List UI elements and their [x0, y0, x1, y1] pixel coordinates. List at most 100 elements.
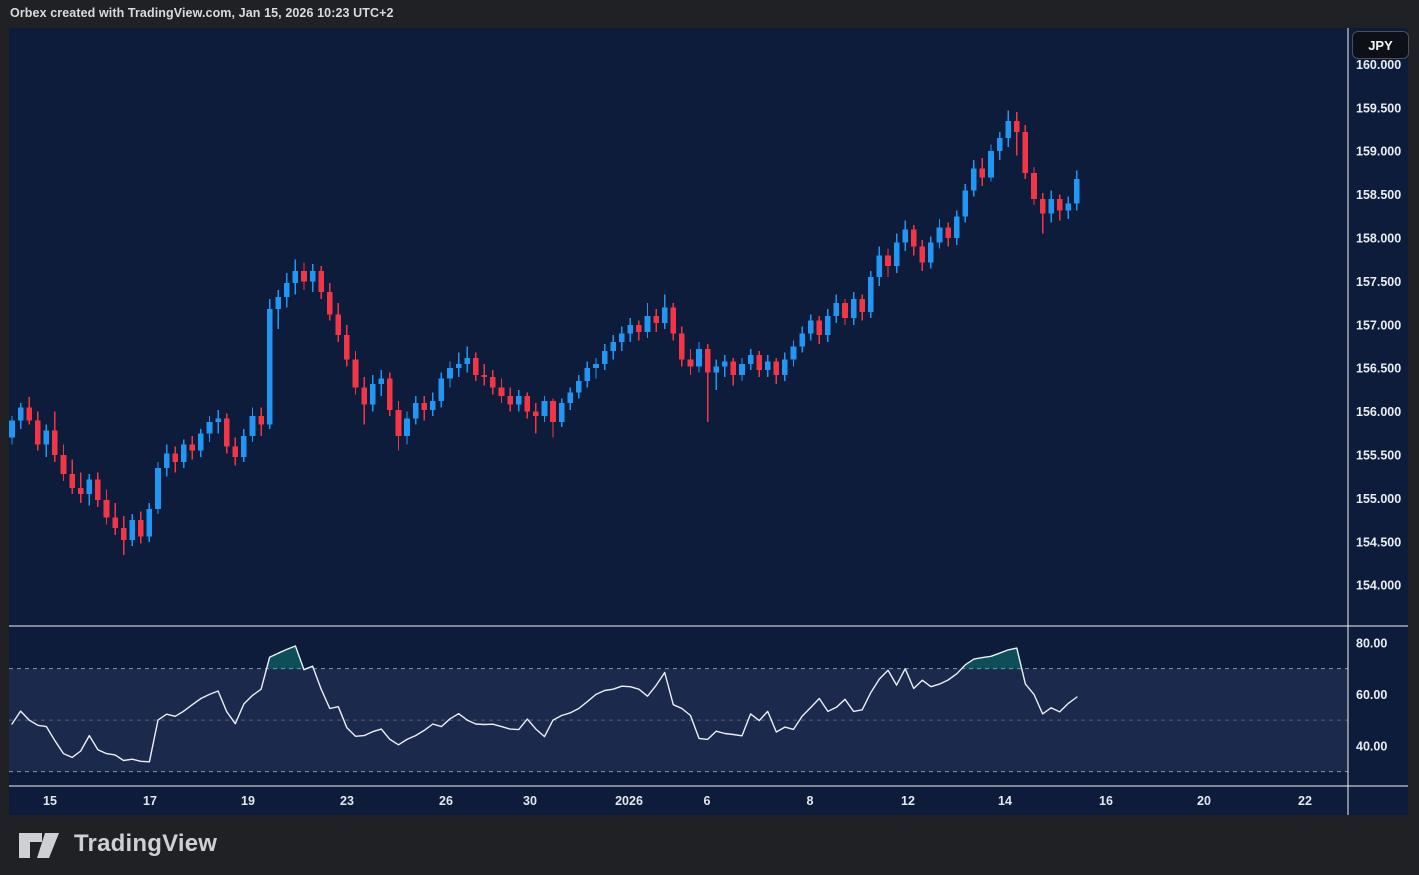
candle-up	[455, 363, 462, 369]
price-axis-currency-badge[interactable]: JPY	[1352, 31, 1409, 59]
candle-up	[618, 333, 625, 343]
candle-up	[971, 168, 977, 191]
candle-down	[138, 520, 144, 537]
candle-down	[550, 401, 556, 423]
candle-up	[876, 255, 883, 278]
candle-up	[601, 350, 608, 364]
chart-area[interactable]: 160.000 159.500 159.000 158.500 158.000 157.5…	[9, 28, 1408, 815]
candle-up	[696, 349, 702, 367]
chart-attribution: Orbex created with TradingView.com, Jan …	[10, 6, 394, 20]
candle-down	[1031, 172, 1037, 199]
candle-up	[893, 242, 900, 266]
candle-up	[86, 479, 93, 495]
candle-up	[799, 333, 805, 347]
candle-down	[120, 527, 127, 541]
candle-up	[541, 401, 548, 416]
candle-up	[129, 520, 136, 541]
candle-down	[318, 271, 324, 292]
candle-up	[627, 324, 634, 334]
price-tick-label: 158.500	[1356, 188, 1401, 202]
candle-down	[481, 375, 488, 377]
candle-up	[155, 468, 161, 509]
candle-down	[172, 453, 178, 462]
rsi-tick-label: 80.00	[1356, 636, 1387, 650]
candle-up	[902, 229, 908, 243]
price-tick-label: 154.500	[1356, 535, 1401, 549]
time-label: 12	[901, 794, 915, 808]
price-tick-label: 159.000	[1356, 145, 1401, 159]
candle-down	[52, 430, 58, 456]
candle-up	[241, 435, 247, 457]
candle-up	[868, 277, 874, 312]
candle-up	[782, 359, 788, 376]
candle-down	[352, 359, 359, 388]
time-label: 23	[340, 794, 354, 808]
time-label: 14	[998, 794, 1012, 808]
price-tick-label: 160.000	[1356, 58, 1401, 72]
candle-up	[833, 303, 840, 317]
candle-down	[103, 500, 110, 518]
candle-up	[1048, 198, 1054, 214]
candle-down	[507, 396, 513, 405]
candle-down	[490, 376, 496, 388]
candle-up	[404, 418, 410, 436]
candle-up	[850, 298, 857, 318]
candle-up	[412, 402, 419, 419]
candle-up	[163, 453, 170, 469]
candle-up	[661, 307, 668, 324]
chart-canvas[interactable]: 160.000 159.500 159.000 158.500 158.000 157.5…	[9, 28, 1408, 815]
candle-down	[77, 488, 84, 495]
candle-down	[704, 349, 711, 373]
tradingview-logo[interactable]: TradingView	[18, 828, 217, 860]
candle-up	[17, 407, 24, 421]
candle-down	[859, 298, 866, 312]
price-tick-label: 155.000	[1356, 492, 1401, 506]
candle-up	[807, 320, 814, 334]
candle-up	[1005, 120, 1012, 139]
candle-down	[945, 227, 951, 239]
candle-up	[988, 151, 994, 178]
candle-down	[910, 229, 917, 247]
candle-down	[26, 407, 32, 421]
candle-down	[189, 444, 196, 451]
candle-up	[266, 309, 273, 425]
candle-down	[1056, 198, 1063, 211]
candle-down	[344, 335, 350, 360]
time-label: 16	[1099, 794, 1113, 808]
candle-down	[223, 418, 230, 447]
time-label: 17	[143, 794, 157, 808]
candle-up	[928, 242, 934, 263]
candle-up	[284, 283, 290, 298]
candle-up	[43, 430, 50, 445]
candle-down	[885, 255, 891, 266]
candle-down	[258, 415, 264, 425]
candle-up	[747, 355, 754, 364]
candle-down	[95, 479, 101, 501]
candle-down	[533, 411, 539, 416]
candle-up	[206, 422, 213, 434]
candle-down	[326, 291, 333, 315]
candle-up	[764, 361, 771, 370]
candle-down	[919, 246, 926, 263]
time-label: 8	[807, 794, 814, 808]
candle-down	[679, 333, 685, 360]
footer-bar: TradingView	[0, 815, 1419, 875]
candle-up	[198, 433, 204, 451]
candle-up	[464, 357, 470, 364]
candle-down	[335, 314, 342, 336]
candle-down	[69, 474, 75, 488]
price-tick-label: 156.500	[1356, 362, 1401, 376]
candle-down	[842, 303, 848, 318]
candle-down	[395, 409, 402, 436]
candle-up	[713, 366, 720, 373]
candle-down	[979, 168, 986, 178]
tradingview-logo-icon	[19, 833, 59, 858]
candle-down	[636, 324, 642, 332]
candle-up	[438, 378, 445, 402]
candle-up	[962, 190, 969, 217]
price-tick-label: 157.500	[1356, 275, 1401, 289]
candle-down	[421, 402, 428, 410]
price-tick-label: 154.000	[1356, 579, 1401, 593]
candle-up	[722, 361, 728, 367]
price-tick-label: 156.000	[1356, 405, 1401, 419]
